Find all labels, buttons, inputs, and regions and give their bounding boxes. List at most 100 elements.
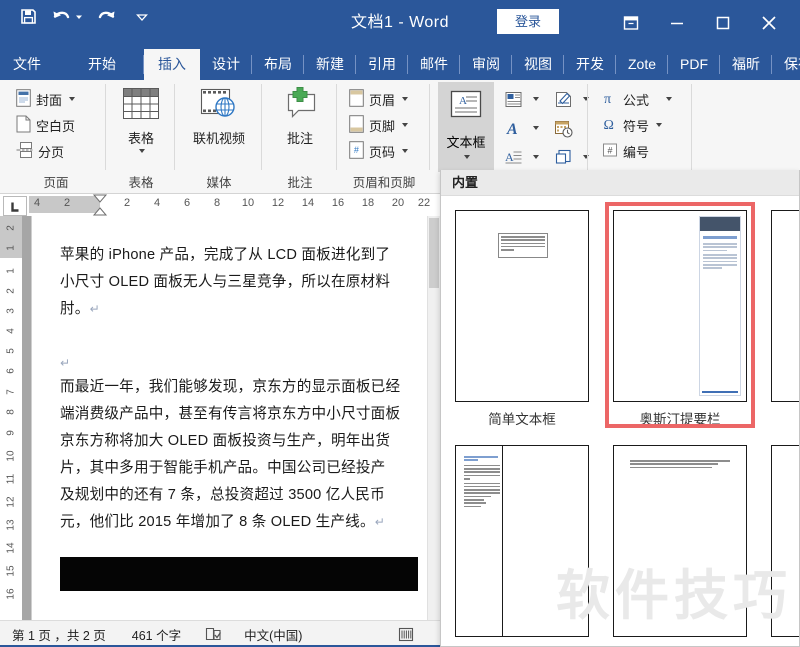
thumb-sideline-rule xyxy=(502,446,503,636)
tab-insert[interactable]: 插入 xyxy=(144,49,200,80)
page-break-button[interactable]: 分页 xyxy=(12,138,79,164)
tab-developer[interactable]: 开发 xyxy=(564,49,616,80)
minimize-icon[interactable] xyxy=(654,0,700,45)
svg-text:#: # xyxy=(607,145,612,155)
proofing-errors-icon[interactable] xyxy=(205,627,222,642)
new-comment-button[interactable]: 批注 xyxy=(263,80,337,172)
tab-foxit[interactable]: 福昕 xyxy=(720,49,772,80)
ribbon-group-label-media: 媒体 xyxy=(206,176,232,190)
ruler-scale[interactable]: 4 2 2 4 6 8 10 12 14 16 18 20 22 24 xyxy=(29,194,456,216)
close-icon[interactable] xyxy=(746,0,792,45)
ruler-tick: 8 xyxy=(213,197,221,209)
language-indicator[interactable]: 中文(中国) xyxy=(244,625,302,644)
chevron-down-icon[interactable] xyxy=(402,149,409,153)
svg-text:A: A xyxy=(505,150,514,164)
document-canvas[interactable]: 苹果的 iPhone 产品，完成了从 LCD 面板进化到了 小尺寸 OLED 面… xyxy=(22,216,440,620)
number-button[interactable]: # 编号 xyxy=(598,138,676,164)
chevron-down-icon[interactable] xyxy=(402,123,409,127)
gallery-item-caption: 边线型提要栏 xyxy=(455,643,589,646)
thumb-sideline-text xyxy=(464,456,500,509)
page-indicator[interactable]: 第 1 页 ，共 2 页 xyxy=(12,625,106,644)
tab-view[interactable]: 视图 xyxy=(512,49,564,80)
text-box-gallery[interactable]: 内置 简单文本框 奥斯汀提要栏 xyxy=(440,170,800,647)
gallery-item-partial-right-2[interactable] xyxy=(771,445,799,637)
ribbon-group-pages: 封面 空白页 分页 页面 xyxy=(6,80,106,193)
tab-file[interactable]: 文件 xyxy=(0,49,78,80)
chevron-down-icon[interactable] xyxy=(69,97,76,101)
gallery-item-banded-quote[interactable] xyxy=(613,445,747,637)
chevron-down-icon[interactable] xyxy=(464,155,470,159)
date-time-icon[interactable] xyxy=(548,115,578,141)
tab-zotero[interactable]: Zote xyxy=(616,49,668,80)
symbol-button[interactable]: Ω 符号 xyxy=(598,112,676,138)
equation-label: 公式 xyxy=(623,92,650,108)
document-paragraph[interactable]: 京东方称将加大 OLED 面板投资与生产，明年出货 xyxy=(60,428,432,455)
quick-parts-icon[interactable] xyxy=(498,86,528,112)
document-paragraph[interactable]: 苹果的 iPhone 产品，完成了从 LCD 面板进化到了 xyxy=(60,242,432,269)
header-label: 页眉 xyxy=(369,92,396,108)
cover-page-button[interactable]: 封面 xyxy=(12,86,79,112)
tab-new[interactable]: 新建 xyxy=(304,49,356,80)
document-paragraph[interactable]: 而最近一年，我们能够发现，京东方的显示面板已经 xyxy=(60,374,432,401)
document-paragraph[interactable]: 元，他们比 2015 年增加了 8 条 OLED 生产线。↵ xyxy=(60,509,432,536)
tab-references[interactable]: 引用 xyxy=(356,49,408,80)
drop-cap-icon[interactable]: A xyxy=(498,144,528,170)
first-line-indent-marker[interactable] xyxy=(91,194,109,216)
document-paragraph[interactable]: 肘。↵ xyxy=(60,296,432,323)
gallery-item-austin-sidebar[interactable]: 奥斯汀提要栏 xyxy=(613,210,747,428)
macro-recording-icon[interactable] xyxy=(398,627,414,642)
chevron-down-icon[interactable] xyxy=(578,86,592,112)
tab-save[interactable]: 保存 xyxy=(772,49,800,80)
footer-button[interactable]: 页脚 xyxy=(345,112,412,138)
word-count[interactable]: 461 个字 xyxy=(132,625,181,644)
tab-layout[interactable]: 布局 xyxy=(252,49,304,80)
tab-design[interactable]: 设计 xyxy=(200,49,252,80)
vertical-ruler[interactable]: 2 1 1 2 3 4 5 6 7 8 9 10 11 12 13 14 15 … xyxy=(0,216,23,620)
chevron-down-icon[interactable] xyxy=(139,148,145,153)
document-paragraph[interactable]: 片，其中多用于智能手机产品。中国公司已经投产 xyxy=(60,455,432,482)
equation-button[interactable]: π 公式 xyxy=(598,86,676,112)
document-paragraph[interactable]: 及规划中的还有 7 条，总投资超过 3500 亿人民币 xyxy=(60,482,432,509)
scrollbar-thumb[interactable] xyxy=(429,218,439,288)
chevron-down-icon[interactable] xyxy=(578,144,592,170)
paragraph-text: 而最近一年，我们能够发现，京东方的显示面板已经 xyxy=(60,379,401,395)
table-button[interactable]: 表格 xyxy=(107,80,175,172)
document-paragraph[interactable]: 小尺寸 OLED 面板无人与三星竞争，所以在原材料 xyxy=(60,269,432,296)
tab-pdf[interactable]: PDF xyxy=(668,49,720,80)
header-button[interactable]: 页眉 xyxy=(345,86,412,112)
chevron-down-icon[interactable] xyxy=(528,144,542,170)
tab-review[interactable]: 审阅 xyxy=(460,49,512,80)
signature-line-icon[interactable] xyxy=(548,86,578,112)
vruler-tick: 1 xyxy=(5,268,17,274)
document-vertical-scrollbar[interactable] xyxy=(427,216,440,620)
chevron-down-icon[interactable] xyxy=(666,97,673,101)
document-paragraph[interactable]: 端消费级产品中，甚至有传言将京东方中小尺寸面板 xyxy=(60,401,432,428)
chevron-down-icon[interactable] xyxy=(528,115,542,141)
ribbon-display-options-icon[interactable] xyxy=(608,0,654,45)
blank-page-label: 空白页 xyxy=(36,118,76,134)
ruler-tick: 22 xyxy=(417,197,431,209)
tab-home[interactable]: 开始 xyxy=(78,49,144,80)
chevron-down-icon[interactable] xyxy=(656,123,663,127)
paragraph-text: 元，他们比 2015 年增加了 8 条 OLED 生产线。 xyxy=(60,514,375,530)
chevron-down-icon[interactable] xyxy=(528,86,542,112)
left-tab-stop-icon[interactable] xyxy=(3,196,27,216)
gallery-item-sideline-sidebar[interactable]: 边线型提要栏 xyxy=(455,445,589,646)
paragraph-text: 端消费级产品中，甚至有传言将京东方中小尺寸面板 xyxy=(60,406,401,422)
group-divider xyxy=(587,84,588,170)
chevron-down-icon[interactable] xyxy=(402,97,409,101)
object-icon[interactable] xyxy=(548,144,578,170)
online-video-button[interactable]: 联机视频 xyxy=(176,80,262,172)
gallery-item-partial-right[interactable] xyxy=(771,210,799,402)
maximize-icon[interactable] xyxy=(700,0,746,45)
wordart-icon[interactable]: A xyxy=(498,115,528,141)
text-box-button[interactable]: A 文本框 xyxy=(438,82,494,172)
gallery-item-simple-text-box[interactable]: 简单文本框 xyxy=(455,210,589,428)
blank-page-button[interactable]: 空白页 xyxy=(12,112,79,138)
ribbon-group-label-tables: 表格 xyxy=(128,176,154,190)
sign-in-button[interactable]: 登录 xyxy=(497,9,559,34)
page-number-button[interactable]: # 页码 xyxy=(345,138,412,164)
document-page[interactable]: 苹果的 iPhone 产品，完成了从 LCD 面板进化到了 小尺寸 OLED 面… xyxy=(32,216,427,620)
thumb-austin-footer-line xyxy=(702,390,738,393)
tab-mailings[interactable]: 邮件 xyxy=(408,49,460,80)
